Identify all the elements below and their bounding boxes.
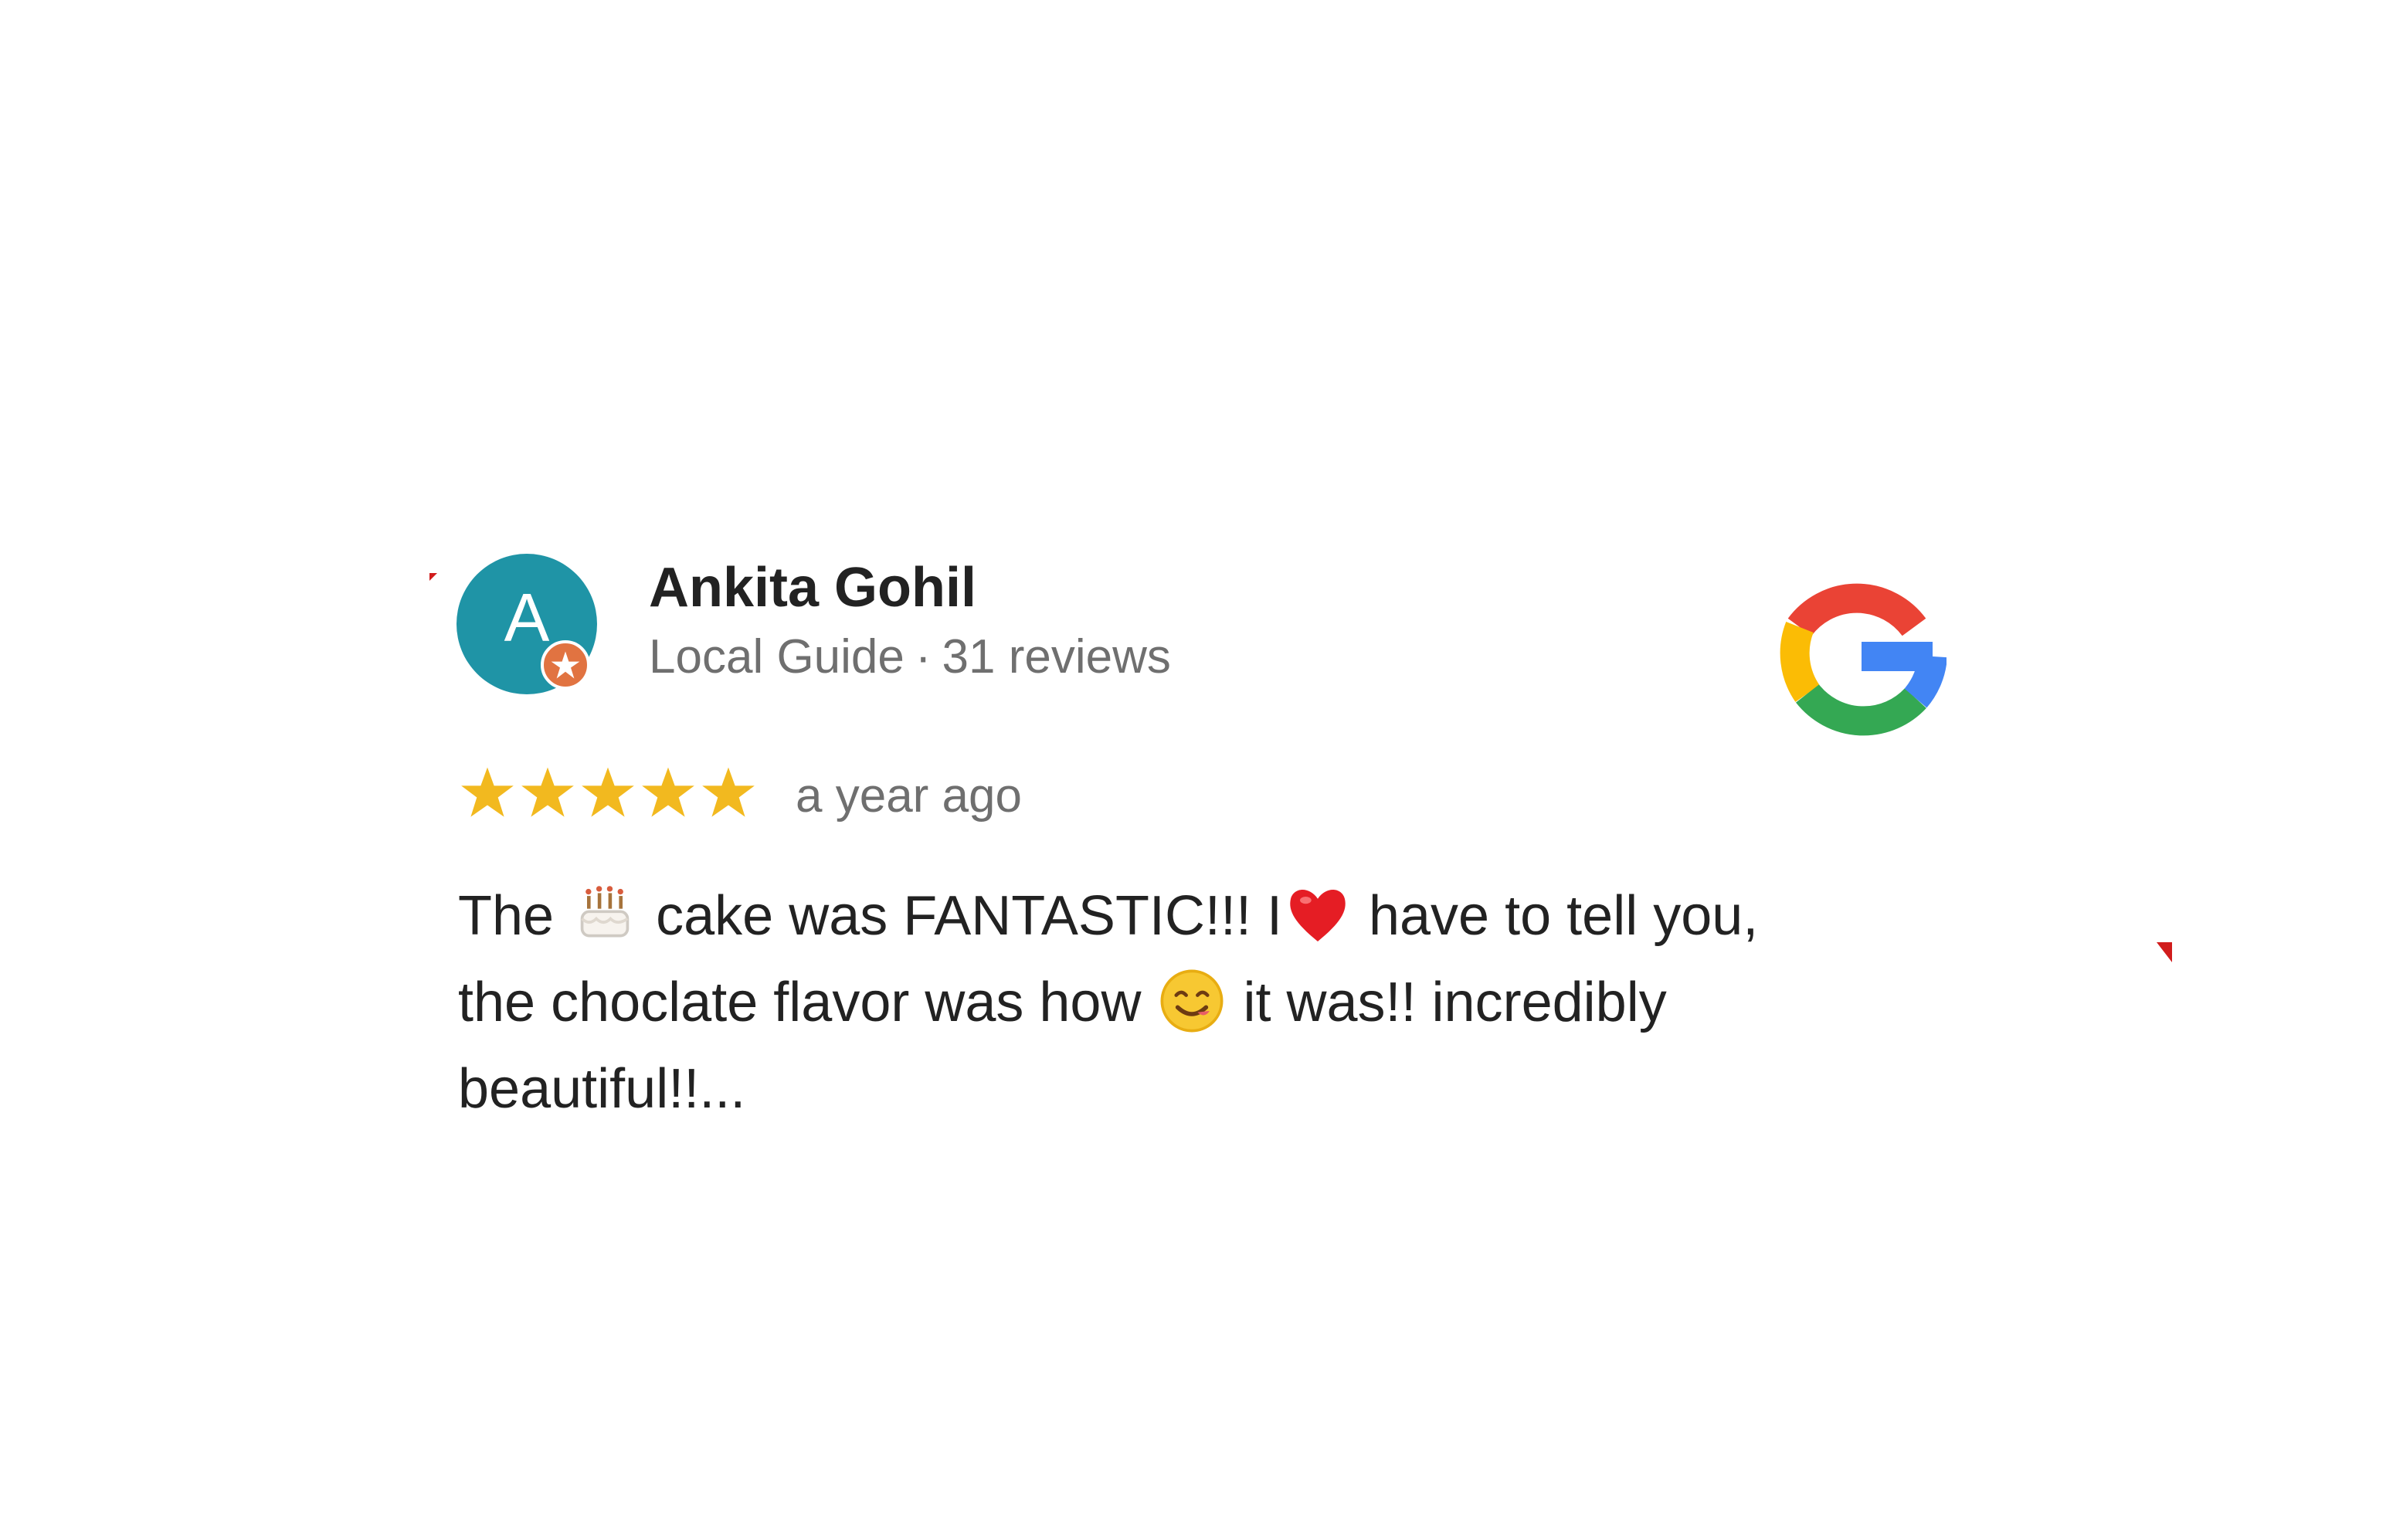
review-text: The cake was FANTASTIC!!! I have to tell… (458, 873, 1964, 1132)
google-g-icon (1777, 572, 1947, 741)
corner-mark (2157, 942, 2172, 962)
review-time: a year ago (796, 769, 1022, 823)
star-icon (582, 767, 634, 817)
star-icon (702, 767, 755, 817)
star-icon (461, 767, 514, 817)
reviewer-name[interactable]: Ankita Gohil (649, 556, 976, 619)
review-text-fragment: have to tell you, (1368, 885, 1759, 947)
reviewer-role: Local Guide (649, 630, 905, 684)
rating-stars (460, 765, 756, 820)
review-text-line: The cake was FANTASTIC!!! I have to tell… (458, 873, 1964, 959)
review-text-fragment: The (458, 885, 555, 947)
review-count: 31 reviews (942, 630, 1171, 684)
review-text-fragment: the choclate flavor was how (458, 972, 1142, 1033)
review-text-fragment: cake was FANTASTIC!!! I (656, 885, 1282, 947)
reviewer-meta: Local Guide · 31 reviews (649, 629, 1171, 684)
star-icon (642, 767, 694, 817)
corner-mark (429, 573, 437, 581)
review-text-line: beautiful!!... (458, 1058, 746, 1120)
red-heart-icon (1282, 879, 1353, 950)
meta-separator: · (915, 630, 932, 684)
star-icon (521, 767, 574, 817)
guide-star-icon (541, 640, 590, 690)
birthday-cake-icon (569, 879, 640, 950)
review-text-fragment: it was!! incredibly (1243, 972, 1667, 1033)
smiling-face-icon (1156, 965, 1227, 1036)
review-text-line: the choclate flavor was how it was!! inc… (458, 959, 1964, 1046)
page: A Ankita Gohil Local Guide · 31 reviews a … (0, 0, 2403, 1540)
